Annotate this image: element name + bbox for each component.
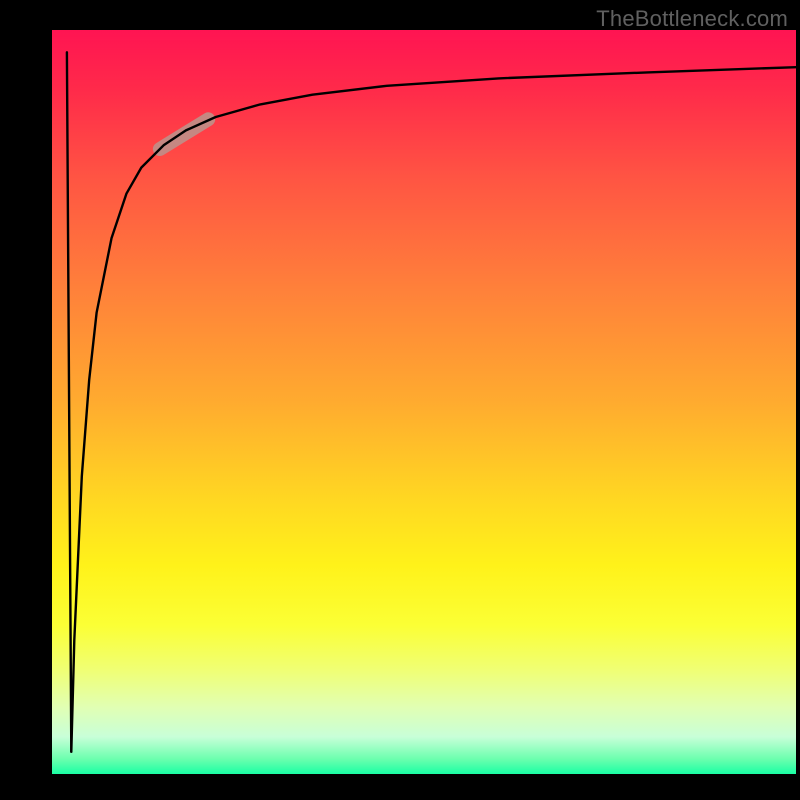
series-vertical-drop [67, 52, 71, 751]
plot-area [52, 30, 796, 774]
plot-lines [52, 30, 796, 774]
series-main-curve [71, 67, 796, 752]
watermark-text: TheBottleneck.com [596, 6, 788, 32]
